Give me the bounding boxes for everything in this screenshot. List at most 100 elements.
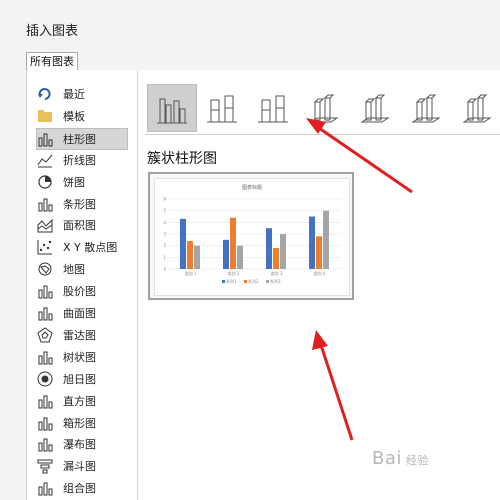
- bar-chart-icon: [37, 196, 53, 212]
- bar-2: [187, 241, 193, 269]
- sidebar-item-label: 模板: [63, 109, 85, 123]
- scatter-chart-icon: [37, 239, 53, 255]
- sidebar-item-label: 柱形图: [63, 132, 96, 146]
- sidebar-item-scatter-chart[interactable]: X Y 散点图: [37, 237, 127, 257]
- sidebar-item-stock-chart[interactable]: 股价图: [37, 281, 127, 301]
- combo-chart-icon: [37, 480, 53, 496]
- bar-3: [323, 210, 329, 269]
- stacked-column-icon[interactable]: [198, 84, 246, 130]
- sidebar-item-histogram-chart[interactable]: 直方图: [37, 391, 127, 411]
- recent-icon: [37, 86, 53, 102]
- column-chart-icon: [37, 131, 53, 147]
- category-label: 类别 3: [271, 270, 283, 276]
- category-label: 类别 1: [185, 270, 197, 276]
- sidebar-item-line-chart[interactable]: 折线图: [37, 150, 127, 170]
- chart-type-sidebar: 最近模板柱形图折线图饼图条形图面积图 X Y 散点图 地图股价图曲面图雷达图树状图旭…: [27, 70, 138, 500]
- preview-chart-svg: 图表标题 0 1 2 3 4 5 6 类别 1 类别 2 类别 3 类别 4 系列1 系列2 系列3: [163, 184, 341, 284]
- sidebar-item-label: 最近: [63, 88, 85, 101]
- sidebar-item-label: X Y 散点图: [63, 241, 118, 255]
- 3d-clustered-column-icon[interactable]: [300, 84, 348, 130]
- sidebar-item-recent[interactable]: 最近: [37, 84, 127, 104]
- legend-label: 系列2: [248, 278, 259, 284]
- y-tick-label: 3: [163, 232, 166, 237]
- sidebar-item-label: 雷达图: [63, 328, 96, 342]
- sidebar-item-label: 组合图: [63, 482, 96, 496]
- bar-3: [280, 234, 286, 269]
- sidebar-item-radar-chart[interactable]: 雷达图: [37, 325, 127, 345]
- bar-2: [316, 236, 322, 269]
- surface-chart-icon: [37, 305, 53, 321]
- area-chart-icon: [37, 217, 53, 233]
- radar-chart-icon: [37, 327, 53, 343]
- chart-title: 图表标题: [242, 184, 262, 191]
- sidebar-item-waterfall-chart[interactable]: 瀑布图: [37, 434, 127, 454]
- sidebar-item-area-chart[interactable]: 面积图: [37, 215, 127, 235]
- y-tick-label: 5: [163, 208, 166, 213]
- sidebar-item-bar-chart[interactable]: 条形图: [37, 194, 127, 214]
- sidebar-item-funnel-chart[interactable]: 漏斗图: [37, 456, 127, 476]
- sidebar-item-pie-chart[interactable]: 饼图: [37, 172, 127, 192]
- sidebar-item-label: 瀑布图: [63, 438, 96, 452]
- dialog-title: 插入图表: [26, 24, 79, 39]
- chart-preview[interactable]: 图表标题 0 1 2 3 4 5 6 类别 1 类别 2 类别 3 类别 4 系列1 系列2 系列3: [148, 172, 354, 300]
- funnel-chart-icon: [37, 458, 53, 474]
- sidebar-item-sunburst-chart[interactable]: 旭日图: [37, 369, 127, 389]
- folder-icon: [37, 108, 53, 124]
- sidebar-item-label: 股价图: [63, 285, 96, 299]
- sidebar-item-folder[interactable]: 模板: [37, 106, 127, 126]
- sunburst-chart-icon: [37, 371, 53, 387]
- waterfall-chart-icon: [37, 436, 53, 452]
- sidebar-item-combo-chart[interactable]: 组合图: [37, 478, 127, 498]
- treemap-chart-icon: [37, 349, 53, 365]
- legend-label: 系列3: [270, 278, 281, 284]
- sidebar-item-label: 面积图: [63, 219, 96, 233]
- sidebar-item-label: 地图: [63, 263, 85, 277]
- chart-preview-canvas: 图表标题 0 1 2 3 4 5 6 类别 1 类别 2 类别 3 类别 4 系列1 系列2 系列3: [154, 178, 350, 296]
- box-whisker-chart-icon: [37, 415, 53, 431]
- watermark-sub: 经验: [405, 454, 429, 467]
- tab-bar: 所有图表: [26, 52, 500, 71]
- sidebar-item-label: 漏斗图: [63, 460, 96, 474]
- percent-stacked-column-icon[interactable]: [249, 84, 297, 130]
- line-chart-icon: [37, 152, 53, 168]
- bar-3: [194, 245, 200, 269]
- y-tick-label: 4: [163, 220, 166, 225]
- sidebar-item-label: 箱形图: [63, 416, 96, 430]
- bar-3: [237, 245, 243, 269]
- sidebar-item-label: 直方图: [63, 394, 96, 408]
- clustered-column-icon[interactable]: [147, 84, 197, 132]
- bar-2: [273, 248, 279, 269]
- category-label: 类别 4: [314, 270, 326, 276]
- sidebar-item-label: 饼图: [63, 175, 85, 189]
- tab-all-charts[interactable]: 所有图表: [26, 52, 78, 71]
- y-tick-label: 2: [163, 243, 166, 248]
- 3d-stacked-column-icon[interactable]: [351, 84, 399, 130]
- 3d-percent-stacked-column-icon[interactable]: [402, 84, 450, 130]
- bar-1: [309, 216, 315, 269]
- sidebar-item-label: 条形图: [63, 197, 96, 211]
- bar-1: [180, 218, 186, 269]
- stock-chart-icon: [37, 283, 53, 299]
- chart-panel: 最近模板柱形图折线图饼图条形图面积图 X Y 散点图 地图股价图曲面图雷达图树状图旭…: [26, 70, 500, 500]
- sidebar-item-label: 旭日图: [63, 372, 96, 386]
- histogram-chart-icon: [37, 393, 53, 409]
- subtype-title: 簇状柱形图: [147, 151, 217, 167]
- pie-chart-icon: [37, 174, 53, 190]
- legend-swatch: [266, 280, 269, 283]
- baidu-watermark: Bai 经验: [372, 448, 429, 469]
- bar-1: [223, 239, 229, 269]
- sidebar-item-label: 折线图: [63, 153, 96, 167]
- bar-2: [230, 217, 236, 269]
- sidebar-item-map-chart[interactable]: 地图: [37, 259, 127, 279]
- sidebar-item-surface-chart[interactable]: 曲面图: [37, 303, 127, 323]
- map-chart-icon: [37, 261, 53, 277]
- chart-subtype-gallery: [145, 78, 500, 135]
- legend-label: 系列1: [226, 278, 237, 284]
- bar-1: [266, 228, 272, 269]
- sidebar-item-box-whisker-chart[interactable]: 箱形图: [37, 413, 127, 433]
- sidebar-item-label: 曲面图: [63, 307, 96, 320]
- sidebar-item-treemap-chart[interactable]: 树状图: [37, 347, 127, 367]
- sidebar-item-column-chart[interactable]: 柱形图: [36, 127, 128, 150]
- legend-swatch: [244, 280, 247, 283]
- 3d-column-icon[interactable]: [453, 84, 500, 130]
